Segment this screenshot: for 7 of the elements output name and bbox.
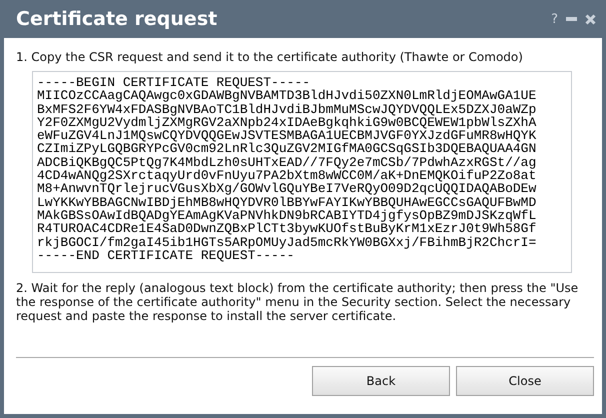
csr-text-field[interactable]: -----BEGIN CERTIFICATE REQUEST----- MIICOzCCAagCAQAwgc0xGDAWBgNVBAMTD3BldHJvdi50ZXN0LmRldjEOMAwGA1UE BxMFS2F6YW4xFDASBgNVBAoTC1BldHJvdiBJbmMuMScwJQYDVQQLEx5DZXJ0aWZp Y2F0ZXMgU2VydmljZXMgRGV2aXNpb24xIDAeBgkqhkiG9w0BCQEWEW1pbWlsZXhA eWFuZGV4LnJ1MQswCQYDVQQGEwJSVTESMBAGA1UECBMJVGF0YXJzdGFuMR8wHQYK CZImiZPyLGQBGRYPcGV0cm92LnRlc3QuZGV2MIGfMA0GCSqGSIb3DQEBAQUAA4GN ADCBiQKBgQC5PtQg7K4MbdLzh0sUHTxEAD//7FQy2e7mCSb/7PdwhAzxRGSt//ag 4CD4wANQg2SXrctaqyUrd0vFnUyu7PA2bXtm8wWCC0M/aK+DnEMQKOifuP2Zo8at M8+AnwvnTQrlejrucVGusXbXg/GOWvlGQuYBeI7VeRQyO09D2qcUQQIDAQABoDEw LwYKKwYBBAGCNwIBDjEhMB8wHQYDVR0lBBYwFAYIKwYBBQUHAwEGCCsGAQUFBwMD MAkGBSsOAwIdBQADgYEAmAgKVaPNVhkDN9bRCABIYTD4jgfysOpBZ9mDJSKzqWfL R4TUROAC4CDRe1E4SaD0DwnZQBxPlCTt3bywKUOfstBuByKrM1xEzrJ0t9Wh58Gf rkjBGOCI/fm2gaI45ib1HGTs5ARpOMUyJad5mcRkYW0BGXxj/FBihmBjR2ChcrI= -----END CERTIFICATE REQUEST----- bbox=[32, 71, 572, 274]
instruction-text: 2. Wait for the reply (analogous text block) from the certificate authority; then press the "Use the response of the certificate authority" menu in the Security section. Select the necessary request and paste the response to install the server certificate. bbox=[16, 281, 580, 324]
close-button[interactable]: Close bbox=[456, 366, 594, 396]
back-button[interactable]: Back bbox=[312, 366, 450, 396]
close-icon[interactable] bbox=[585, 14, 596, 24]
instruction-text: 1. Copy the CSR request and send it to the certificate authority (Thawte or Comodo) bbox=[16, 50, 524, 64]
window-title: Certificate request bbox=[16, 8, 218, 30]
